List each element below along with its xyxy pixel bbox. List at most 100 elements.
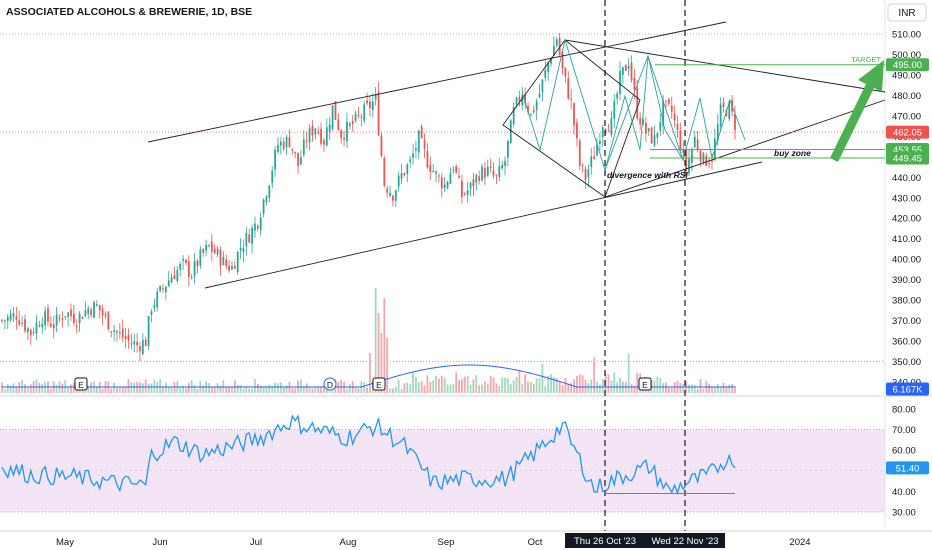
- volume-bar: [578, 374, 581, 393]
- price-axis-label: 480.00: [892, 91, 921, 102]
- candle-body: [576, 122, 578, 139]
- candle-body: [455, 166, 458, 173]
- price-axis-label: 430.00: [892, 193, 921, 204]
- volume-bar: [348, 384, 351, 393]
- candle-body: [196, 260, 199, 267]
- candle-body: [377, 91, 380, 135]
- candle-body: [501, 165, 504, 169]
- candle-body: [360, 116, 363, 118]
- volume-bar: [113, 382, 115, 393]
- volume-bar: [277, 382, 279, 393]
- candle-body: [3, 320, 6, 322]
- candle-body: [389, 192, 391, 196]
- volume-bar: [630, 384, 633, 393]
- divergence-label: divergence with RSI: [607, 170, 688, 180]
- candle-body: [107, 311, 110, 330]
- volume-badge-text: 6.167K: [892, 385, 923, 396]
- candle-body: [699, 150, 702, 162]
- volume-bar: [403, 383, 406, 393]
- candle-body: [466, 190, 469, 195]
- candle-body: [587, 170, 590, 178]
- candle-body: [412, 153, 414, 158]
- candle-body: [369, 101, 371, 109]
- volume-bar: [179, 387, 182, 393]
- candle-body: [633, 78, 636, 90]
- price-axis-label: 440.00: [892, 173, 921, 184]
- price-axis-label: 420.00: [892, 214, 921, 225]
- volume-bar: [475, 375, 478, 393]
- volume-bar: [696, 388, 699, 393]
- candle-body: [688, 158, 690, 174]
- candle-body: [185, 259, 187, 264]
- volume-bar: [527, 381, 529, 393]
- volume-bar: [394, 386, 397, 393]
- candle-body: [179, 264, 182, 270]
- volume-bar: [55, 384, 58, 393]
- volume-bar: [147, 383, 150, 393]
- candle-body: [193, 261, 196, 277]
- candle-body: [18, 320, 21, 325]
- candle-body: [630, 62, 633, 81]
- target-price-badge-text: 495.00: [893, 60, 922, 71]
- candle-body: [696, 139, 699, 150]
- candle-body: [311, 125, 314, 136]
- candle-body: [440, 177, 443, 189]
- candle-body: [156, 291, 159, 308]
- candle-body: [647, 128, 650, 132]
- volume-bar: [702, 388, 705, 393]
- candle-body: [665, 100, 667, 102]
- rsi-value-badge-text: 51.40: [896, 463, 920, 474]
- volume-bar: [282, 387, 285, 393]
- candle-body: [670, 105, 673, 112]
- volume-bar: [193, 384, 196, 393]
- candle-body: [343, 137, 345, 140]
- candle-body: [386, 188, 389, 193]
- volume-bar: [432, 380, 435, 393]
- candle-body: [173, 275, 176, 280]
- candle-body: [446, 182, 449, 188]
- volume-bar: [541, 363, 544, 393]
- volume-bar: [268, 384, 271, 393]
- volume-bar: [305, 383, 308, 393]
- candle-body: [98, 304, 101, 311]
- candle-body: [354, 113, 357, 121]
- candle-body: [472, 179, 475, 187]
- currency-label[interactable]: INR: [898, 8, 915, 19]
- volume-bar: [35, 379, 38, 393]
- volume-bar: [354, 387, 357, 393]
- volume-bar: [423, 385, 426, 393]
- candle-body: [435, 171, 437, 174]
- volume-bar: [412, 372, 414, 393]
- volume-bar: [498, 385, 501, 393]
- candle-body: [1, 320, 3, 322]
- volume-bar: [607, 374, 610, 393]
- volume-bar: [130, 382, 133, 393]
- volume-bar: [601, 379, 604, 393]
- earnings-marker-label: E: [376, 380, 382, 390]
- zone-lower-badge-text: 449.45: [893, 153, 922, 164]
- volume-bar: [291, 388, 294, 393]
- volume-bar: [110, 388, 113, 393]
- candle-body: [320, 128, 322, 144]
- volume-bar: [121, 387, 124, 393]
- volume-bar: [239, 385, 242, 393]
- volume-bar: [567, 383, 570, 393]
- candle-body: [231, 265, 233, 270]
- candle-body: [656, 132, 659, 138]
- price-axis-label: 470.00: [892, 111, 921, 122]
- candle-body: [469, 182, 472, 189]
- time-axis-label: Oct: [528, 537, 543, 548]
- volume-bar: [15, 387, 18, 393]
- candle-body: [93, 302, 95, 318]
- candle-body: [6, 316, 9, 322]
- candle-body: [35, 322, 38, 334]
- candle-body: [61, 318, 64, 321]
- candle-body: [268, 185, 271, 198]
- volume-bar: [159, 379, 161, 393]
- price-axis-label: 490.00: [892, 70, 921, 81]
- chart-canvas[interactable]: EDEE 510.00500.00490.00480.00470.00460.0…: [0, 0, 932, 550]
- candle-body: [130, 343, 133, 345]
- candle-body: [518, 96, 521, 102]
- candle-body: [38, 325, 41, 327]
- candle-body: [153, 304, 156, 309]
